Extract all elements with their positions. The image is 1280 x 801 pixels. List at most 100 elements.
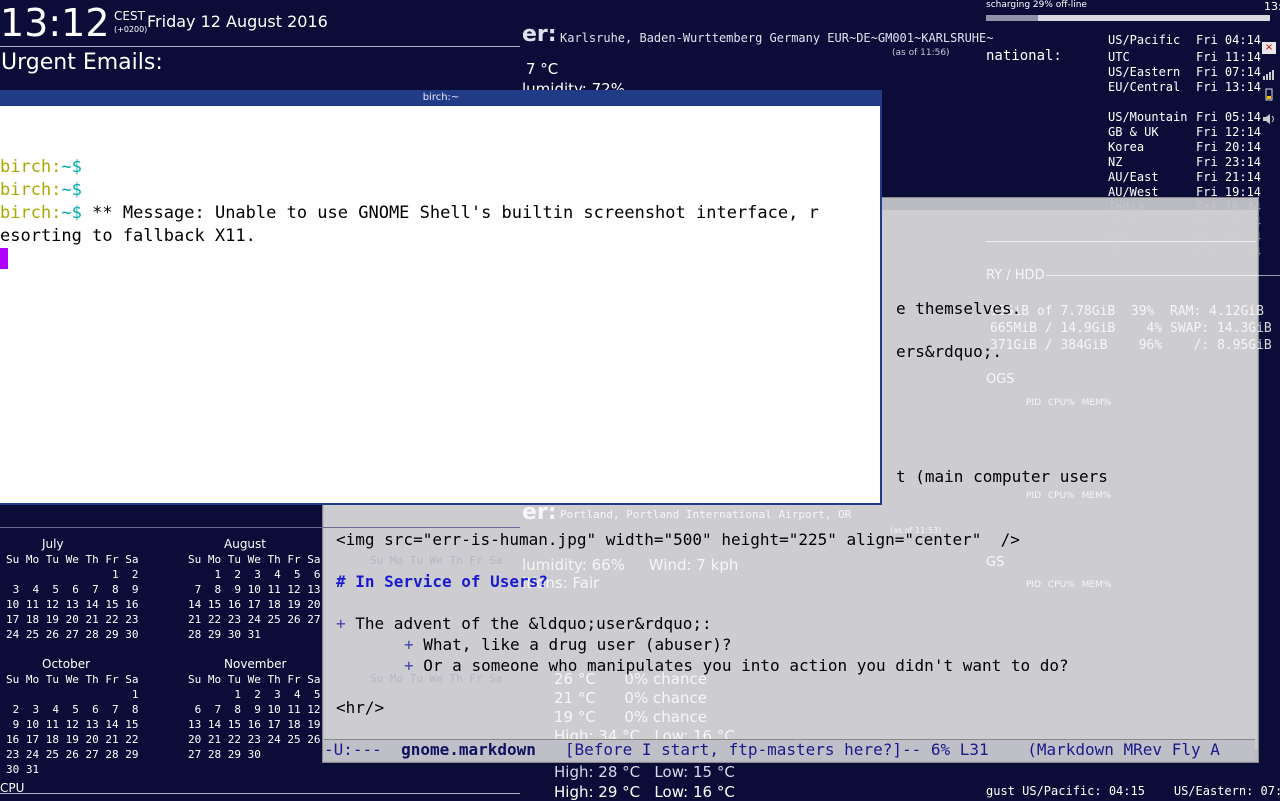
editor-bullet: + The advent of the &ldquo;user&rdquo;: <box>336 614 712 633</box>
process-header: PID CPU% MEM% <box>1026 398 1112 408</box>
world-clock-zone: US/Mountain <box>1108 110 1188 124</box>
prompt-host: birch: <box>0 157 62 177</box>
editor-subbullet: + Or a someone who manipulates you into … <box>404 656 1069 675</box>
world-clock-zone: EU/Central <box>1108 80 1181 94</box>
calendar-weekdays: Su Mo Tu We Th Fr Sa <box>188 553 321 566</box>
world-clock-zone: GB & UK <box>1108 125 1159 139</box>
terminal-prompt: birch:~$ <box>0 179 82 202</box>
forecast-high-low: High: 29 °C Low: 16 °C <box>554 783 735 801</box>
bullet-text: What, like a drug user (abuser)? <box>413 635 732 654</box>
mode-line-status: -U:--- <box>324 740 402 759</box>
terminal-message: esorting to fallback X11. <box>0 226 256 246</box>
weather-heading: er: <box>522 22 557 47</box>
editor-line: e themselves. <box>896 299 1022 318</box>
bullet-text: Or a someone who manipulates you into ac… <box>413 656 1069 675</box>
panel-clock[interactable]: 13: <box>1264 0 1280 13</box>
emacs-mode-line[interactable]: -U:--- gnome.markdown [Before I start, f… <box>324 739 1255 760</box>
calendar-month-title: November <box>224 657 287 671</box>
terminal-window[interactable] <box>0 106 882 505</box>
calendar-week-row: 10 11 12 13 14 15 16 <box>6 598 139 611</box>
timezone-offset: (+0200) <box>114 25 148 34</box>
battery-icon[interactable] <box>1262 86 1276 101</box>
process-header: PID CPU% MEM% <box>1026 491 1112 501</box>
prompt-host: birch: <box>0 203 62 223</box>
world-clock-time: Fri 07:14 <box>1196 65 1262 79</box>
calendar-week-row: 27 28 29 30 <box>188 748 261 761</box>
weather-location: Portland, Portland International Airport… <box>560 508 852 521</box>
timezone-label: CEST <box>114 9 145 23</box>
logs-heading: OGS <box>986 372 1015 387</box>
world-clock-row: NZ Fri 23:14 <box>1108 155 1261 170</box>
battery-status: scharging 29% off-line <box>986 0 1087 10</box>
international-label: national: <box>986 48 1062 64</box>
calendar-weekdays: Su Mo Tu We Th Fr Sa <box>6 553 139 566</box>
calendar-week-row: 28 29 30 31 <box>188 628 261 641</box>
world-clock-row: Korea Fri 20:14 <box>1108 140 1261 155</box>
desktop-date: Friday 12 August 2016 <box>147 12 328 31</box>
terminal-cursor <box>0 248 8 269</box>
world-clock-row: GB & UK Fri 12:14 <box>1108 125 1261 140</box>
terminal-title-bar[interactable]: birch:~ <box>0 90 882 106</box>
editor-subbullet: + What, like a drug user (abuser)? <box>404 635 732 654</box>
world-clock-time: Fri 23:14 <box>1196 155 1262 169</box>
calendar-week-row: 24 25 26 27 28 29 30 <box>6 628 139 641</box>
editor-line: t (main computer users <box>896 467 1108 486</box>
calendar-week-row: 6 7 8 9 10 11 12 <box>188 703 321 716</box>
calendar-week-row: 13 14 15 16 17 18 19 <box>188 718 321 731</box>
forecast-row: 19 °C 0% chance <box>554 708 707 726</box>
world-clock-zone: US/Eastern <box>1108 65 1181 79</box>
buffer-name[interactable]: gnome.markdown <box>401 740 536 759</box>
world-clock-time: Fri 05:14 <box>1196 110 1262 124</box>
calendar-week-row: 3 4 5 6 7 8 9 <box>6 583 139 596</box>
calendar-week-row: 9 10 11 12 13 14 15 <box>6 718 139 731</box>
memory-line: 665MiB / 14.9GiB 4% SWAP: 14.3GiB <box>990 321 1272 336</box>
editor-line: ers&rdquo;. <box>896 342 1002 361</box>
forecast-row: 21 °C 0% chance <box>554 689 707 707</box>
mode-line-info: [Before I start, ftp-masters here?]-- 6%… <box>535 740 1220 759</box>
terminal-prompt: birch:~$ <box>0 156 82 179</box>
bullet-marker: + <box>404 635 414 654</box>
divider <box>0 46 520 47</box>
calendar-week-row: 2 3 4 5 6 7 8 <box>6 703 139 716</box>
world-clock-time: Fri 11:14 <box>1196 50 1262 64</box>
calendar-weekdays: Su Mo Tu We Th Fr Sa <box>188 673 321 686</box>
calendar-week-row: 30 31 <box>6 763 40 776</box>
calendar-week-row: 16 17 18 19 20 21 22 <box>6 733 139 746</box>
weather-humidity: lumidity: 66% Wind: 7 kph <box>522 556 739 574</box>
volume-icon[interactable] <box>1262 110 1276 124</box>
calendar-week-row: 20 21 22 23 24 25 26 <box>188 733 321 746</box>
weather-location: Karlsruhe, Baden-Wurttemberg Germany EUR… <box>560 31 994 45</box>
calendar-month-title: October <box>42 657 91 671</box>
calendar-week-row: 1 2 <box>6 568 139 581</box>
calendar-week-row: 1 2 3 4 5 6 <box>188 568 321 581</box>
prompt-host: birch: <box>0 180 62 200</box>
terminal-prompt: birch:~$ ** Message: Unable to use GNOME… <box>0 202 819 225</box>
world-clock-row: US/Eastern Fri 07:14 <box>1108 65 1261 80</box>
prompt-path: ~$ <box>61 203 82 223</box>
memory-line: 371GiB / 384GiB 96% /: 8.95GiB <box>990 338 1272 353</box>
memory-heading: RY / HDD <box>986 268 1045 283</box>
calendar-weekdays: Su Mo Tu We Th Fr Sa <box>370 554 503 567</box>
calendar-week-row: 1 2 3 4 5 <box>188 688 321 701</box>
battery-bar-fill <box>986 15 1038 21</box>
network-icon[interactable] <box>1262 66 1276 80</box>
bullet-marker: + <box>336 614 346 633</box>
world-clock-row: US/Mountain Fri 05:14 <box>1108 110 1261 125</box>
divider <box>0 527 520 528</box>
world-clock-row: US/Pacific Fri 04:14 <box>1108 33 1261 48</box>
world-clock-row: UTC Fri 11:14 <box>1108 50 1261 65</box>
calendar-week-row: 23 24 25 26 27 28 29 <box>6 748 139 761</box>
world-clock-zone: AU/East <box>1108 170 1159 184</box>
world-clock-zone: UTC <box>1108 50 1130 64</box>
memory-line: 95GiB of 7.78GiB 39% RAM: 4.12GiB <box>990 304 1264 319</box>
gs-heading: GS <box>986 555 1005 570</box>
calendar-month-title: July <box>42 537 64 551</box>
editor-line: <hr/> <box>336 698 385 717</box>
world-clock-time: Fri 04:14 <box>1196 33 1262 47</box>
calendar-weekdays: Su Mo Tu We Th Fr Sa <box>6 673 139 686</box>
world-clock-zone: US/Pacific <box>1108 33 1181 47</box>
close-icon[interactable]: × <box>1262 42 1276 54</box>
divider <box>1046 275 1280 276</box>
world-clock-row: AU/East Fri 21:14 <box>1108 170 1261 185</box>
desktop-clock: 13:12 <box>0 1 110 45</box>
